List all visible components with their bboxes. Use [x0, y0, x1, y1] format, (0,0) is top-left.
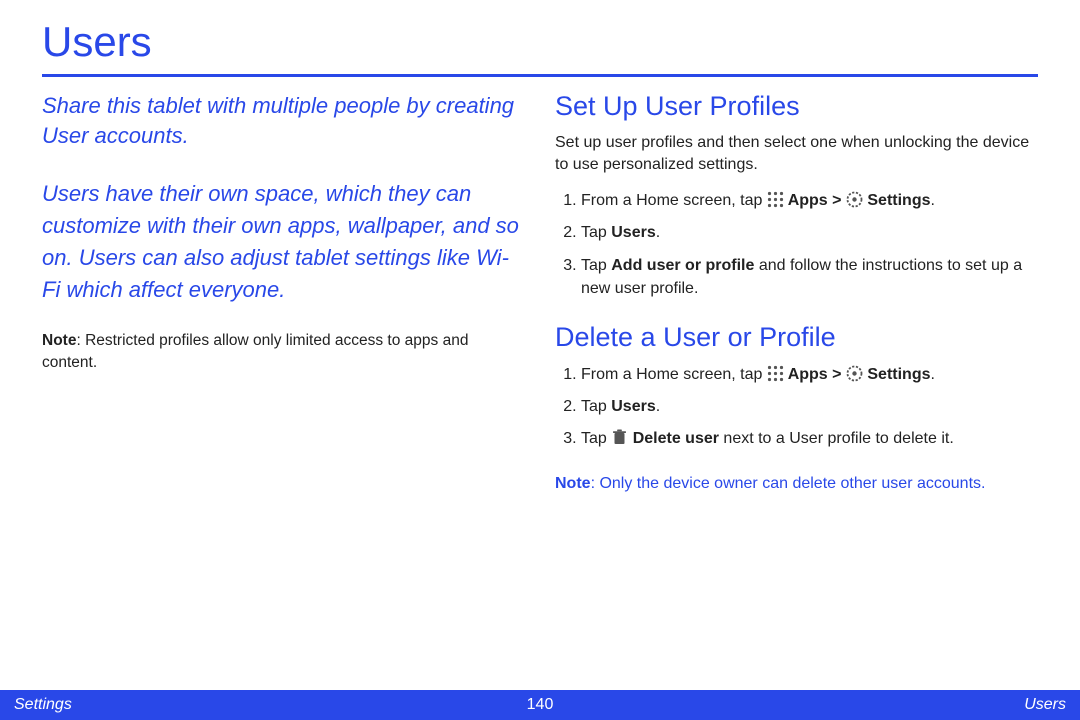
footer-left: Settings	[14, 696, 72, 714]
page-footer: Settings 140 Users	[0, 690, 1080, 720]
note-restricted: Note: Restricted profiles allow only lim…	[42, 330, 525, 373]
apps-icon	[767, 191, 784, 208]
page-title: Users	[42, 18, 1038, 77]
setup-heading: Set Up User Profiles	[555, 91, 1038, 122]
step-text: .	[931, 366, 935, 383]
footer-page-number: 140	[527, 696, 554, 714]
delete-note: Note: Only the device owner can delete o…	[555, 473, 1038, 495]
step-bold: Delete user	[628, 430, 719, 447]
step-text: From a Home screen, tap	[581, 366, 767, 383]
trash-icon	[611, 429, 628, 446]
delete-step-1: From a Home screen, tap Apps > Settings.	[581, 363, 1038, 386]
settings-icon	[846, 191, 863, 208]
intro-paragraph-1: Share this tablet with multiple people b…	[42, 91, 525, 150]
note-label: Note	[42, 332, 76, 349]
footer-right: Users	[1024, 696, 1066, 714]
step-text: From a Home screen, tap	[581, 192, 767, 209]
setup-step-2: Tap Users.	[581, 221, 1038, 244]
setup-desc: Set up user profiles and then select one…	[555, 132, 1038, 175]
step-text: Tap	[581, 430, 611, 447]
step-bold: Settings	[863, 192, 931, 209]
step-text: Tap	[581, 257, 611, 274]
delete-steps: From a Home screen, tap Apps > Settings.…	[555, 363, 1038, 451]
delete-heading: Delete a User or Profile	[555, 322, 1038, 353]
setup-step-1: From a Home screen, tap Apps > Settings.	[581, 189, 1038, 212]
note-label: Note	[555, 475, 591, 492]
step-bold: Apps >	[784, 192, 846, 209]
right-column: Set Up User Profiles Set up user profile…	[555, 91, 1038, 495]
setup-steps: From a Home screen, tap Apps > Settings.…	[555, 189, 1038, 300]
delete-step-3: Tap Delete user next to a User profile t…	[581, 427, 1038, 450]
step-bold: Add user or profile	[611, 257, 754, 274]
step-bold: Users	[611, 224, 655, 241]
step-text: .	[931, 192, 935, 209]
delete-step-2: Tap Users.	[581, 395, 1038, 418]
left-column: Share this tablet with multiple people b…	[42, 91, 525, 495]
step-text: next to a User profile to delete it.	[719, 430, 954, 447]
settings-icon	[846, 365, 863, 382]
note-text: : Restricted profiles allow only limited…	[42, 332, 468, 371]
step-text: .	[656, 224, 660, 241]
step-bold: Apps >	[784, 366, 846, 383]
step-bold: Settings	[863, 366, 931, 383]
step-text: .	[656, 398, 660, 415]
step-bold: Users	[611, 398, 655, 415]
intro-paragraph-2: Users have their own space, which they c…	[42, 178, 525, 306]
apps-icon	[767, 365, 784, 382]
step-text: Tap	[581, 398, 611, 415]
content-columns: Share this tablet with multiple people b…	[42, 91, 1038, 495]
note-text: : Only the device owner can delete other…	[591, 475, 986, 492]
step-text: Tap	[581, 224, 611, 241]
setup-step-3: Tap Add user or profile and follow the i…	[581, 254, 1038, 300]
